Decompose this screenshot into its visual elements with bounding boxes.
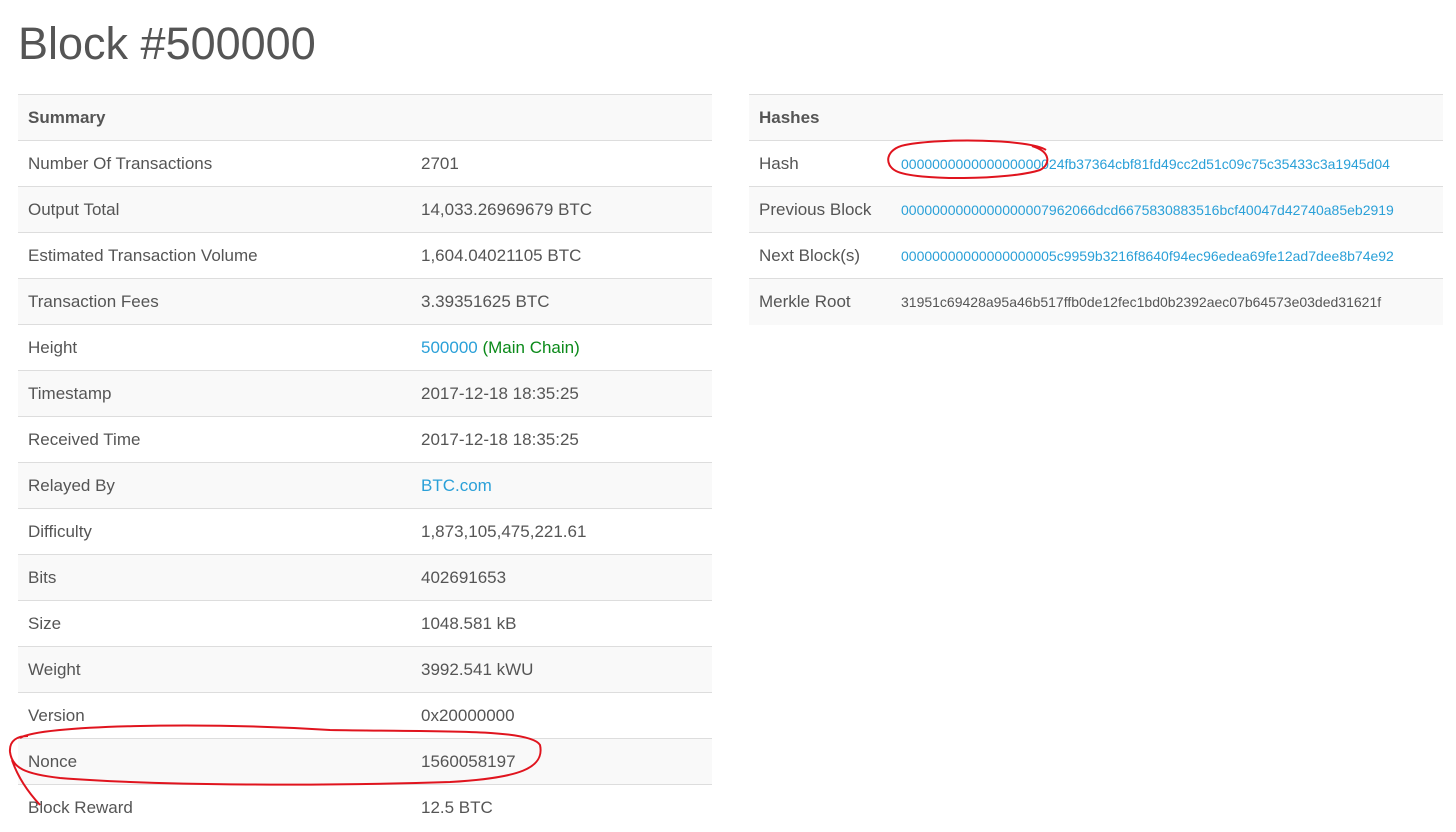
row-value: 3992.541 kWU [411,646,712,693]
row-label: Timestamp [18,370,411,417]
row-value: 2701 [411,140,712,187]
table-row: Transaction Fees 3.39351625 BTC [18,278,712,325]
row-label: Output Total [18,186,411,233]
row-value: 12.5 BTC [411,784,712,831]
row-label: Size [18,600,411,647]
row-value: 1,873,105,475,221.61 [411,508,712,555]
summary-heading: Summary [18,94,712,141]
row-label: Nonce [18,738,411,785]
main-chain-label: (Main Chain) [482,337,580,357]
row-value: 0x20000000 [411,692,712,739]
table-row: Number Of Transactions 2701 [18,140,712,187]
table-row: Relayed By BTC.com [18,462,712,509]
previous-block-link[interactable]: 0000000000000000007962066dcd667583088351… [901,202,1394,218]
table-row: Height 500000 (Main Chain) [18,324,712,371]
row-label: Previous Block [749,186,891,233]
row-label: Relayed By [18,462,411,509]
table-row: Size 1048.581 kB [18,600,712,647]
table-row: Weight 3992.541 kWU [18,646,712,693]
height-link[interactable]: 500000 [421,338,478,357]
table-row: Bits 402691653 [18,554,712,601]
row-value: 402691653 [411,554,712,601]
row-value: 1560058197 [411,738,712,785]
summary-table: Summary Number Of Transactions 2701 Outp… [18,94,712,831]
table-row: Merkle Root 31951c69428a95a46b517ffb0de1… [749,278,1443,325]
row-label: Version [18,692,411,739]
block-hash-link[interactable]: 000000000000000000024fb37364cbf81fd49cc2… [901,156,1390,172]
row-value: 000000000000000000024fb37364cbf81fd49cc2… [891,140,1443,187]
table-row: Block Reward 12.5 BTC [18,784,712,831]
row-label: Received Time [18,416,411,463]
row-value: 500000 (Main Chain) [411,324,712,371]
page-title: Block #500000 [18,18,316,69]
row-label: Next Block(s) [749,232,891,279]
hashes-heading: Hashes [749,94,1443,141]
row-label: Transaction Fees [18,278,411,325]
row-value: BTC.com [411,462,712,509]
row-label: Estimated Transaction Volume [18,232,411,279]
row-value: 2017-12-18 18:35:25 [411,416,712,463]
row-value: 3.39351625 BTC [411,278,712,325]
table-row: Hash 000000000000000000024fb37364cbf81fd… [749,140,1443,187]
hashes-table: Hashes Hash 000000000000000000024fb37364… [749,94,1443,325]
next-block-link[interactable]: 00000000000000000005c9959b3216f8640f94ec… [901,248,1394,264]
row-label: Hash [749,140,891,187]
table-row: Next Block(s) 00000000000000000005c9959b… [749,232,1443,279]
row-label: Number Of Transactions [18,140,411,187]
table-row: Timestamp 2017-12-18 18:35:25 [18,370,712,417]
table-row: Output Total 14,033.26969679 BTC [18,186,712,233]
row-label: Difficulty [18,508,411,555]
row-label: Weight [18,646,411,693]
row-label: Block Reward [18,784,411,831]
table-row: Difficulty 1,873,105,475,221.61 [18,508,712,555]
table-row: Estimated Transaction Volume 1,604.04021… [18,232,712,279]
row-value: 1,604.04021105 BTC [411,232,712,279]
row-label: Height [18,324,411,371]
relayed-by-link[interactable]: BTC.com [421,476,492,495]
table-row: Received Time 2017-12-18 18:35:25 [18,416,712,463]
row-value: 0000000000000000007962066dcd667583088351… [891,186,1443,233]
row-value: 1048.581 kB [411,600,712,647]
hashes-header-row: Hashes [749,94,1443,141]
row-label: Bits [18,554,411,601]
summary-header-row: Summary [18,94,712,141]
table-row: Nonce 1560058197 [18,738,712,785]
row-value: 31951c69428a95a46b517ffb0de12fec1bd0b239… [891,278,1443,325]
table-row: Version 0x20000000 [18,692,712,739]
row-value: 14,033.26969679 BTC [411,186,712,233]
row-value: 00000000000000000005c9959b3216f8640f94ec… [891,232,1443,279]
row-value: 2017-12-18 18:35:25 [411,370,712,417]
table-row: Previous Block 0000000000000000007962066… [749,186,1443,233]
row-label: Merkle Root [749,278,891,325]
